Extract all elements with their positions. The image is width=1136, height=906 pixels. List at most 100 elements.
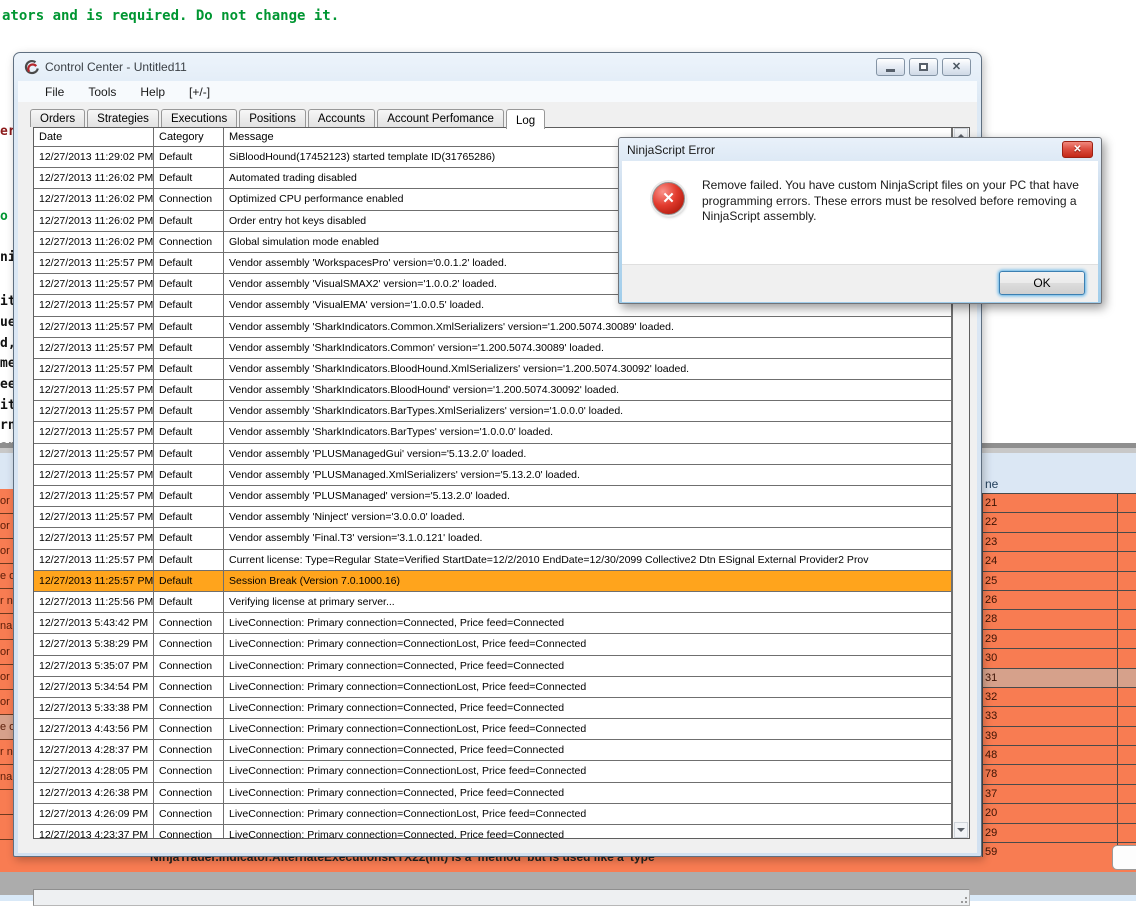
table-row[interactable]: 12/27/2013 11:25:57 PM Default Vendor asse… bbox=[34, 422, 952, 444]
tab-account-perfomance[interactable]: Account Perfomance bbox=[377, 109, 504, 127]
table-cell: Default bbox=[154, 316, 224, 338]
table-cell: Default bbox=[154, 549, 224, 571]
table-row[interactable]: 12/27/2013 11:25:57 PM Default Vendor asse… bbox=[34, 401, 952, 423]
behind-error-row[interactable]: 24 bbox=[982, 552, 1136, 572]
tab-accounts[interactable]: Accounts bbox=[307, 109, 376, 127]
behind-error-row[interactable]: 23 bbox=[982, 532, 1136, 553]
column-header-date[interactable]: Date bbox=[34, 128, 154, 147]
table-cell: Connection bbox=[154, 655, 224, 677]
table-cell: 12/27/2013 11:25:57 PM bbox=[34, 570, 154, 592]
table-cell: 12/27/2013 4:26:38 PM bbox=[34, 782, 154, 804]
code-fragment: er bbox=[0, 124, 13, 139]
tab-executions[interactable]: Executions bbox=[160, 109, 238, 127]
minimize-icon bbox=[886, 69, 895, 72]
behind-error-row[interactable]: 29 bbox=[982, 629, 1136, 650]
table-row[interactable]: 12/27/2013 4:28:05 PM Connection LiveConne… bbox=[34, 761, 952, 783]
table-cell: 12/27/2013 11:25:57 PM bbox=[34, 316, 154, 338]
table-row[interactable]: 12/27/2013 4:26:09 PM Connection LiveConne… bbox=[34, 803, 952, 825]
table-row[interactable]: 12/27/2013 11:25:57 PM Default Current lic… bbox=[34, 549, 952, 571]
table-row[interactable]: 12/27/2013 4:26:38 PM Connection LiveConne… bbox=[34, 782, 952, 804]
table-cell: 12/27/2013 4:28:05 PM bbox=[34, 761, 154, 783]
table-cell: Vendor assembly 'Final.T3' version='3.1.… bbox=[224, 528, 952, 550]
code-comment-line: ators and is required. Do not change it. bbox=[2, 8, 340, 24]
behind-error-row[interactable]: 33 bbox=[982, 707, 1136, 727]
table-row[interactable]: 12/27/2013 11:25:57 PM Default Vendor asse… bbox=[34, 464, 952, 486]
tab-strategies[interactable]: Strategies bbox=[87, 109, 159, 127]
behind-error-row[interactable]: 30 bbox=[982, 649, 1136, 669]
behind-error-row[interactable]: 29 bbox=[982, 823, 1136, 844]
table-row[interactable]: 12/27/2013 11:25:57 PM Default Vendor asse… bbox=[34, 316, 952, 338]
table-row[interactable]: 12/27/2013 11:25:57 PM Default Vendor asse… bbox=[34, 507, 952, 529]
table-cell: Default bbox=[154, 591, 224, 614]
table-row[interactable]: 12/27/2013 4:43:56 PM Connection LiveConne… bbox=[34, 719, 952, 741]
table-cell: 12/27/2013 11:25:57 PM bbox=[34, 337, 154, 359]
behind-error-row[interactable]: 78 bbox=[982, 765, 1136, 785]
table-cell: Default bbox=[154, 147, 224, 169]
table-row[interactable]: 12/27/2013 11:25:57 PM Default Vendor asse… bbox=[34, 486, 952, 508]
table-row[interactable]: 12/27/2013 5:33:38 PM Connection LiveConne… bbox=[34, 697, 952, 720]
menu-item-item[interactable]: [+/-] bbox=[180, 83, 219, 101]
table-row[interactable]: 12/27/2013 5:35:07 PM Connection LiveConne… bbox=[34, 655, 952, 677]
table-cell: Default bbox=[154, 252, 224, 275]
tab-log[interactable]: Log bbox=[505, 109, 546, 129]
table-row[interactable]: 12/27/2013 11:25:57 PM Default Vendor asse… bbox=[34, 528, 952, 550]
behind-error-row[interactable]: 32 bbox=[982, 687, 1136, 708]
table-row[interactable]: 12/27/2013 4:28:37 PM Connection LiveConne… bbox=[34, 740, 952, 762]
scroll-down-button[interactable] bbox=[954, 822, 968, 838]
behind-error-row[interactable]: 37 bbox=[982, 784, 1136, 805]
table-cell: 12/27/2013 11:26:02 PM bbox=[34, 231, 154, 253]
behind-error-row[interactable]: 39 bbox=[982, 726, 1136, 747]
table-row[interactable]: 12/27/2013 11:25:56 PM Default Verifying l… bbox=[34, 591, 952, 614]
behind-error-row[interactable]: 31 bbox=[982, 668, 1136, 688]
table-row[interactable]: 12/27/2013 5:43:42 PM Connection LiveConne… bbox=[34, 613, 952, 635]
close-button[interactable]: ✕ bbox=[942, 58, 971, 76]
dialog-close-button[interactable]: ✕ bbox=[1062, 141, 1093, 158]
close-icon: ✕ bbox=[1073, 143, 1082, 155]
error-icon: ✕ bbox=[652, 182, 685, 215]
tab-positions[interactable]: Positions bbox=[239, 109, 306, 127]
table-row[interactable]: 12/27/2013 11:25:57 PM Default Vendor asse… bbox=[34, 443, 952, 465]
table-cell: Default bbox=[154, 337, 224, 359]
table-cell: Default bbox=[154, 464, 224, 486]
behind-error-row[interactable]: 21 bbox=[982, 494, 1136, 514]
table-row[interactable]: 12/27/2013 11:25:57 PM Default Session Bre… bbox=[34, 570, 952, 592]
menu-item-help[interactable]: Help bbox=[131, 83, 174, 101]
minimize-button[interactable] bbox=[876, 58, 905, 76]
status-bar bbox=[33, 889, 970, 906]
title-bar[interactable]: Control Center - Untitled11 ✕ bbox=[14, 53, 981, 81]
table-row[interactable]: 12/27/2013 5:38:29 PM Connection LiveConne… bbox=[34, 634, 952, 656]
table-row[interactable]: 12/27/2013 4:23:37 PM Connection LiveConne… bbox=[34, 825, 952, 838]
behind-error-row[interactable]: 22 bbox=[982, 513, 1136, 533]
behind-error-row[interactable]: 48 bbox=[982, 746, 1136, 766]
table-cell: Vendor assembly 'PLUSManagedGui' version… bbox=[224, 443, 952, 465]
code-editor-left-clip: eroniitued,meeeitrnan bbox=[0, 0, 13, 443]
ok-button[interactable]: OK bbox=[999, 271, 1085, 295]
column-header-category[interactable]: Category bbox=[154, 128, 224, 147]
dialog-title-bar[interactable]: NinjaScript Error ✕ bbox=[619, 138, 1101, 161]
resize-grip[interactable] bbox=[958, 894, 967, 903]
table-row[interactable]: 12/27/2013 11:25:57 PM Default Vendor asse… bbox=[34, 380, 952, 402]
behind-error-row: or bbox=[0, 664, 13, 690]
behind-error-row[interactable]: 25 bbox=[982, 571, 1136, 591]
table-cell: Connection bbox=[154, 825, 224, 838]
menu-item-tools[interactable]: Tools bbox=[79, 83, 125, 101]
behind-error-row[interactable]: 28 bbox=[982, 610, 1136, 630]
behind-error-row: r n bbox=[0, 739, 13, 766]
table-cell: Connection bbox=[154, 613, 224, 635]
table-row[interactable]: 12/27/2013 11:25:57 PM Default Vendor asse… bbox=[34, 337, 952, 359]
restore-button[interactable] bbox=[909, 58, 938, 76]
table-cell: Vendor assembly 'SharkIndicators.Common.… bbox=[224, 316, 952, 338]
behind-error-row[interactable]: 26 bbox=[982, 590, 1136, 611]
menu-item-file[interactable]: File bbox=[36, 83, 73, 101]
ninjascript-error-dialog: NinjaScript Error ✕ ✕ Remove failed. You… bbox=[618, 137, 1102, 304]
table-cell: 12/27/2013 5:43:42 PM bbox=[34, 613, 154, 635]
ninjatrader-logo-icon bbox=[24, 59, 39, 75]
table-cell: LiveConnection: Primary connection=Conne… bbox=[224, 613, 952, 635]
table-row[interactable]: 12/27/2013 5:34:54 PM Connection LiveConne… bbox=[34, 676, 952, 698]
behind-error-row bbox=[0, 815, 13, 841]
table-row[interactable]: 12/27/2013 11:25:57 PM Default Vendor asse… bbox=[34, 358, 952, 381]
behind-error-row[interactable]: 20 bbox=[982, 804, 1136, 824]
table-cell: Vendor assembly 'SharkIndicators.BarType… bbox=[224, 401, 952, 423]
table-cell: 12/27/2013 11:25:57 PM bbox=[34, 274, 154, 296]
tab-orders[interactable]: Orders bbox=[30, 109, 86, 127]
